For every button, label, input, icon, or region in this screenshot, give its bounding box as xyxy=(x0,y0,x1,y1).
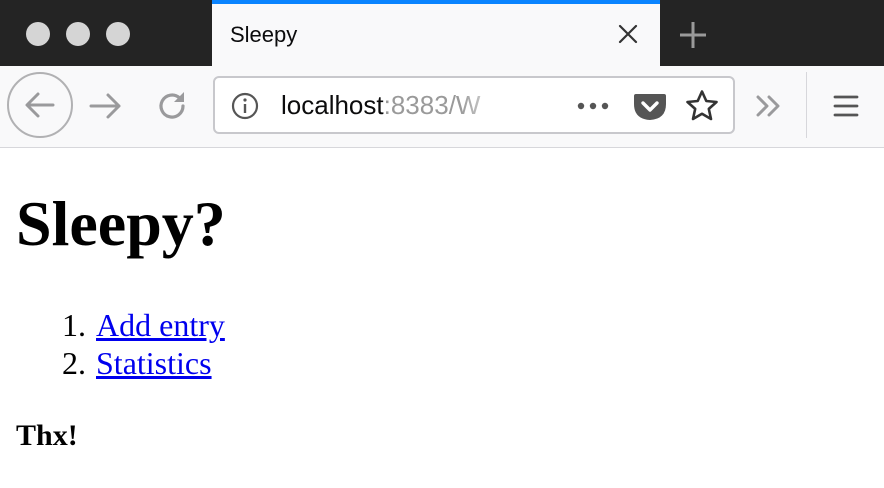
browser-titlebar: Sleepy xyxy=(0,0,884,66)
url-text[interactable]: localhost:8383/W xyxy=(281,90,511,122)
window-close-button[interactable] xyxy=(26,22,50,46)
statistics-link[interactable]: Statistics xyxy=(96,344,212,382)
browser-tab-active[interactable]: Sleepy xyxy=(212,0,660,66)
footer-text: Thx! xyxy=(16,419,78,452)
pocket-icon[interactable] xyxy=(633,90,667,122)
list-item-number: 1. xyxy=(62,307,86,343)
list-item-number: 2. xyxy=(62,345,86,381)
arrow-right-icon[interactable] xyxy=(88,88,124,124)
chevron-double-right-icon[interactable] xyxy=(752,90,784,122)
window-minimize-button[interactable] xyxy=(66,22,90,46)
plus-icon[interactable] xyxy=(678,20,708,50)
navigation-toolbar: localhost:8383/W xyxy=(0,66,884,148)
tab-title: Sleepy xyxy=(230,22,298,47)
more-icon[interactable] xyxy=(575,94,611,118)
star-icon[interactable] xyxy=(685,89,719,123)
toolbar-divider xyxy=(806,72,807,138)
window-zoom-button[interactable] xyxy=(106,22,130,46)
arrow-left-icon xyxy=(25,92,55,118)
reload-icon[interactable] xyxy=(154,88,190,124)
back-button[interactable] xyxy=(7,72,73,138)
hamburger-menu-icon[interactable] xyxy=(832,92,860,120)
url-path: :8383/W xyxy=(383,90,481,120)
page-content: Sleepy? 1. Add entry 2. Statistics Thx! xyxy=(0,148,884,488)
page-title: Sleepy? xyxy=(16,188,226,259)
info-icon[interactable] xyxy=(231,92,259,120)
url-host: localhost xyxy=(281,90,384,120)
address-bar[interactable]: localhost:8383/W xyxy=(213,76,735,134)
add-entry-link[interactable]: Add entry xyxy=(96,306,225,344)
close-icon[interactable] xyxy=(616,22,640,46)
